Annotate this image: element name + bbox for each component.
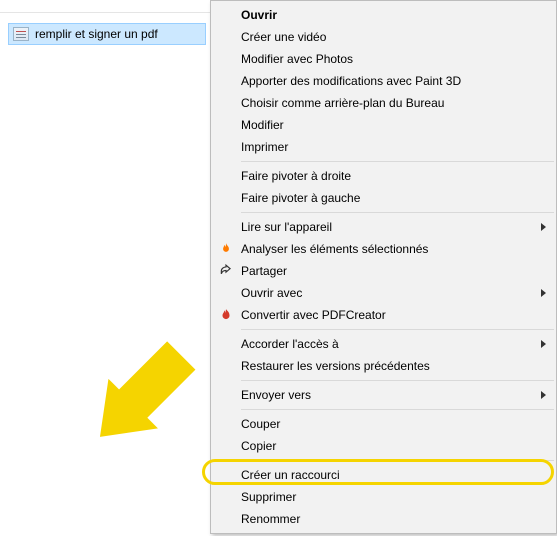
- file-name-label: remplir et signer un pdf: [35, 27, 158, 41]
- menu-ouvrir-avec[interactable]: Ouvrir avec: [211, 282, 556, 304]
- menu-separator: [241, 329, 554, 330]
- menu-ouvrir[interactable]: Ouvrir: [211, 4, 556, 26]
- submenu-arrow-icon: [541, 289, 546, 297]
- menu-couper[interactable]: Couper: [211, 413, 556, 435]
- menu-supprimer[interactable]: Supprimer: [211, 486, 556, 508]
- menu-modifier[interactable]: Modifier: [211, 114, 556, 136]
- menu-envoyer-vers[interactable]: Envoyer vers: [211, 384, 556, 406]
- menu-analyser[interactable]: Analyser les éléments sélectionnés: [211, 238, 556, 260]
- submenu-arrow-icon: [541, 340, 546, 348]
- submenu-arrow-icon: [541, 223, 546, 231]
- menu-lire-appareil[interactable]: Lire sur l'appareil: [211, 216, 556, 238]
- menu-renommer[interactable]: Renommer: [211, 508, 556, 530]
- menu-copier[interactable]: Copier: [211, 435, 556, 457]
- menu-accorder-acces[interactable]: Accorder l'accès à: [211, 333, 556, 355]
- share-icon: [211, 264, 241, 278]
- context-menu: Ouvrir Créer une vidéo Modifier avec Pho…: [210, 0, 557, 534]
- menu-separator: [241, 409, 554, 410]
- menu-separator: [241, 212, 554, 213]
- menu-creer-raccourci[interactable]: Créer un raccourci: [211, 464, 556, 486]
- menu-paint3d[interactable]: Apporter des modifications avec Paint 3D: [211, 70, 556, 92]
- image-file-icon: [13, 27, 29, 41]
- menu-modifier-photos[interactable]: Modifier avec Photos: [211, 48, 556, 70]
- menu-pivoter-droite[interactable]: Faire pivoter à droite: [211, 165, 556, 187]
- submenu-arrow-icon: [541, 391, 546, 399]
- menu-creer-video[interactable]: Créer une vidéo: [211, 26, 556, 48]
- pdfcreator-icon: [211, 308, 241, 322]
- menu-restaurer[interactable]: Restaurer les versions précédentes: [211, 355, 556, 377]
- menu-pivoter-gauche[interactable]: Faire pivoter à gauche: [211, 187, 556, 209]
- menu-bureau-bg[interactable]: Choisir comme arrière-plan du Bureau: [211, 92, 556, 114]
- menu-pdfcreator[interactable]: Convertir avec PDFCreator: [211, 304, 556, 326]
- menu-separator: [241, 460, 554, 461]
- menu-partager[interactable]: Partager: [211, 260, 556, 282]
- avast-icon: [211, 242, 241, 256]
- menu-imprimer[interactable]: Imprimer: [211, 136, 556, 158]
- menu-separator: [241, 380, 554, 381]
- menu-separator: [241, 161, 554, 162]
- file-item-selected[interactable]: remplir et signer un pdf: [8, 23, 206, 45]
